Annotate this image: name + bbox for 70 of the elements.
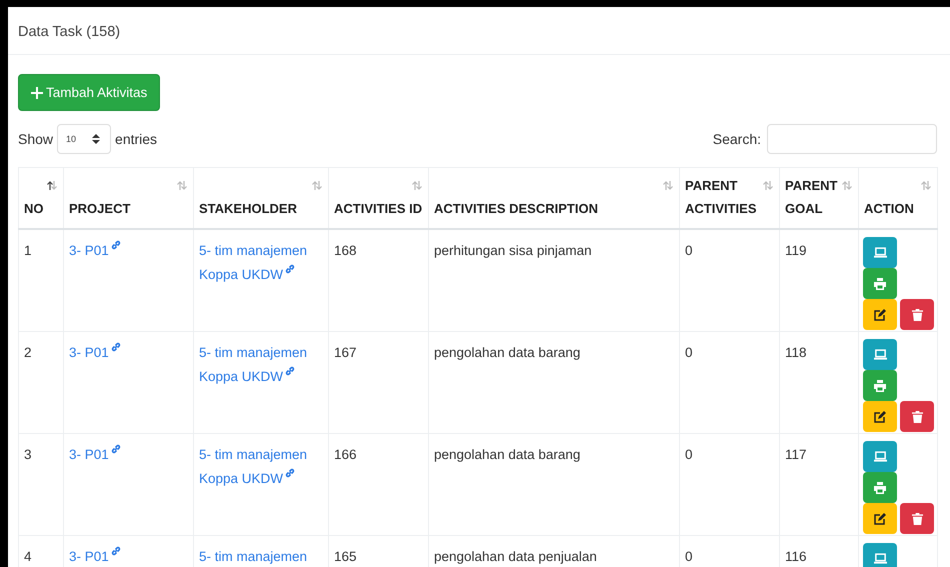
column-header[interactable]: NO xyxy=(18,168,64,229)
column-header[interactable]: ACTIVITIES DESCRIPTION xyxy=(428,168,680,229)
show-label: Show xyxy=(18,131,54,147)
edit-button[interactable] xyxy=(863,503,897,534)
link-icon xyxy=(285,366,296,376)
search-field[interactable] xyxy=(767,124,937,154)
parent-activity: 0 xyxy=(685,447,693,462)
search-label: Search: xyxy=(712,131,761,147)
card-title: Data Task (158) xyxy=(18,24,120,40)
activity-id: 168 xyxy=(334,243,357,258)
activity-description: perhitungan sisa pinjaman xyxy=(434,243,592,258)
trash-icon xyxy=(912,410,922,422)
laptop-icon xyxy=(874,553,886,564)
project-link[interactable]: 3- P01 xyxy=(69,447,121,462)
row-number: 1 xyxy=(24,243,32,258)
activity-id: 166 xyxy=(334,447,357,462)
column-header[interactable]: STAKEHOLDER xyxy=(194,168,328,229)
plus-icon xyxy=(31,86,43,98)
edit-icon xyxy=(874,512,886,524)
row-number: 3 xyxy=(24,447,32,462)
edit-icon xyxy=(874,410,886,422)
parent-goal: 119 xyxy=(785,243,807,258)
activity-id: 165 xyxy=(334,549,357,564)
parent-goal: 116 xyxy=(785,549,807,564)
delete-button[interactable] xyxy=(900,401,934,432)
delete-button[interactable] xyxy=(900,503,934,534)
column-header[interactable]: ACTION xyxy=(858,168,938,229)
link-icon xyxy=(110,240,121,250)
printer-icon xyxy=(874,278,886,290)
column-header[interactable]: PROJECT xyxy=(64,168,194,229)
edit-icon xyxy=(874,308,886,320)
link-icon xyxy=(285,468,296,478)
project-link[interactable]: 3- P01 xyxy=(69,345,121,360)
project-link[interactable]: 3- P01 xyxy=(69,243,121,258)
column-header[interactable]: PARENT GOAL xyxy=(780,168,858,229)
row-number: 2 xyxy=(24,345,32,360)
updown-icon xyxy=(92,134,100,144)
delete-button[interactable] xyxy=(900,299,934,330)
activity-description: pengolahan data penjualan xyxy=(434,549,597,564)
view-button[interactable] xyxy=(863,339,897,370)
link-icon xyxy=(110,444,121,454)
column-header[interactable]: PARENT ACTIVITIES xyxy=(680,168,780,229)
trash-icon xyxy=(912,512,922,524)
row-number: 4 xyxy=(24,549,32,564)
parent-activity: 0 xyxy=(685,243,693,258)
link-icon xyxy=(110,342,121,352)
link-icon xyxy=(110,546,121,556)
trash-icon xyxy=(912,308,922,320)
laptop-icon xyxy=(874,349,886,360)
laptop-icon xyxy=(874,451,886,462)
edit-button[interactable] xyxy=(863,401,897,432)
activity-id: 167 xyxy=(334,345,357,360)
laptop-icon xyxy=(874,247,886,258)
link-icon xyxy=(285,264,296,274)
view-button[interactable] xyxy=(863,237,897,268)
printer-icon xyxy=(874,380,886,392)
activity-description: pengolahan data barang xyxy=(434,345,580,360)
project-link[interactable]: 3- P01 xyxy=(69,549,121,564)
entries-select[interactable]: 10 xyxy=(57,124,112,154)
view-button[interactable] xyxy=(863,543,897,567)
entries-label: entries xyxy=(115,131,158,147)
parent-activity: 0 xyxy=(685,345,693,360)
activity-description: pengolahan data barang xyxy=(434,447,580,462)
parent-goal: 117 xyxy=(785,447,807,462)
column-header[interactable]: ACTIVITIES ID xyxy=(328,168,428,229)
view-button[interactable] xyxy=(863,441,897,472)
printer-icon xyxy=(874,482,886,494)
edit-button[interactable] xyxy=(863,299,897,330)
parent-goal: 118 xyxy=(785,345,807,360)
parent-activity: 0 xyxy=(685,549,693,564)
